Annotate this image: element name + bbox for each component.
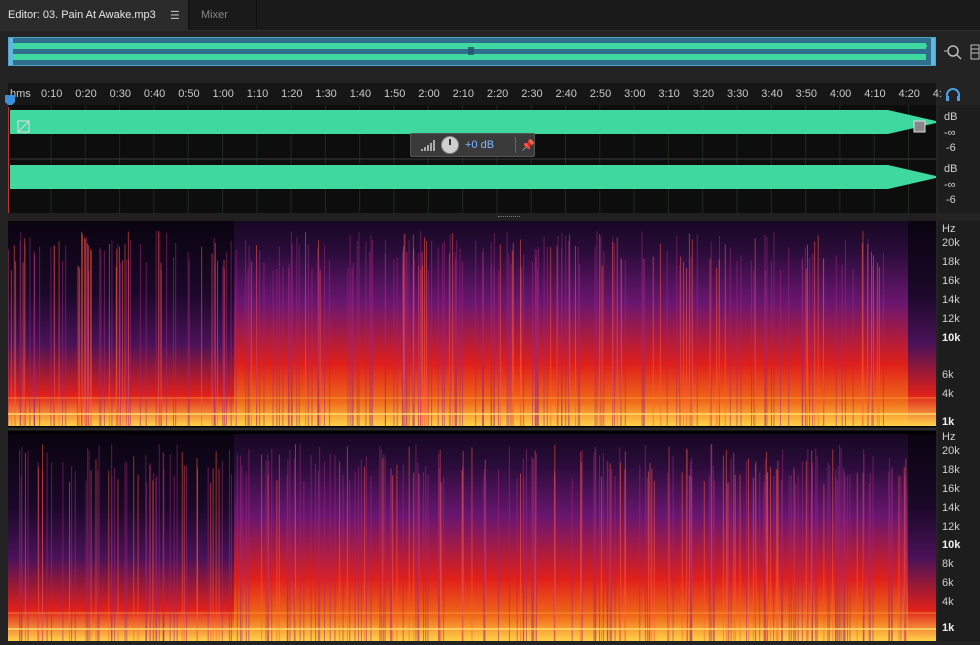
ruler-tick-label: 2:00 xyxy=(418,88,440,100)
splitter-grip xyxy=(498,216,520,219)
frequency-scale: Hz 20k 18k 16k 14k 12k 10k 6k 4k 1k Hz 2… xyxy=(938,221,980,641)
hz-label: 6k xyxy=(942,369,954,381)
ruler-tick-label: 0:30 xyxy=(109,88,132,100)
db-label: -∞ xyxy=(944,179,956,191)
ruler-tick-label: 3:40 xyxy=(761,88,783,100)
channel-waveform xyxy=(10,165,936,189)
hz-label: 1k xyxy=(942,622,955,634)
zoom-to-selection-icon[interactable] xyxy=(944,42,964,62)
hz-label: 18k xyxy=(942,256,960,268)
ruler-tick-label: 1:40 xyxy=(349,88,372,100)
waveform-display[interactable] xyxy=(8,105,936,213)
hz-label: 10k xyxy=(942,539,961,551)
hz-label: 16k xyxy=(942,275,960,287)
ruler-tick-label: 3:50 xyxy=(795,88,818,100)
db-label: -∞ xyxy=(944,127,956,139)
overview-navigator[interactable] xyxy=(8,37,936,66)
hz-label: 14k xyxy=(942,294,960,306)
hz-label: 10k xyxy=(942,332,961,344)
hud-divider xyxy=(515,137,516,153)
ruler-tick-label: 1:20 xyxy=(281,88,303,100)
tab-editor[interactable]: Editor: 03. Pain At Awake.mp3 ☰ xyxy=(0,0,189,30)
hz-label: 4k xyxy=(942,388,954,400)
waveform-canvas xyxy=(8,105,936,213)
hz-label: 14k xyxy=(942,502,960,514)
level-bars-icon xyxy=(421,140,435,151)
ruler-tick-label: 0:40 xyxy=(143,88,166,100)
db-label: -6 xyxy=(946,142,956,154)
hz-label: 18k xyxy=(942,464,960,476)
spectrogram-outro xyxy=(908,221,936,426)
gain-hud[interactable]: +0 dB 📌 xyxy=(410,133,535,157)
ruler-tick-label: 0:50 xyxy=(178,88,200,100)
ruler-tick-label: 4:20 xyxy=(898,88,920,100)
hz-label: 20k xyxy=(942,237,960,249)
hz-label: 12k xyxy=(942,521,960,533)
amplitude-scale: dB -∞ -6 dB -∞ -6 xyxy=(938,105,980,213)
fade-out-handle xyxy=(913,120,926,133)
hz-unit-label: Hz xyxy=(942,223,956,235)
gain-knob[interactable] xyxy=(441,136,459,154)
ruler-tick-label: 4:00 xyxy=(829,88,852,100)
ruler-tick-label: 3:30 xyxy=(727,88,749,100)
ruler-tick-label: 3:20 xyxy=(692,88,715,100)
hz-label: 16k xyxy=(942,483,960,495)
hz-label: 4k xyxy=(942,596,954,608)
ruler-tick-label: 1:30 xyxy=(315,88,337,100)
hz-label: 1k xyxy=(942,416,955,428)
spectral-frequency-display[interactable] xyxy=(8,221,936,641)
ruler-tick-label: 3:10 xyxy=(658,88,680,100)
hz-label: 8k xyxy=(942,558,954,570)
ruler-tick-label: 0:20 xyxy=(75,88,97,100)
ruler-tick-label: 4: xyxy=(932,88,942,100)
tab-mixer-label: Mixer xyxy=(201,9,228,21)
pin-icon[interactable]: 📌 xyxy=(521,139,535,152)
channel-waveform xyxy=(10,110,936,134)
ruler-tick-label: 1:10 xyxy=(246,88,269,100)
gain-value[interactable]: +0 dB xyxy=(465,139,494,151)
view-splitter[interactable] xyxy=(8,213,936,221)
overview-scroll-grip xyxy=(468,47,474,55)
spectrogram-body xyxy=(234,221,908,426)
ruler-tick-label: 1:00 xyxy=(212,88,234,100)
ruler-tick-label: 3:00 xyxy=(624,88,646,100)
tab-bar: Editor: 03. Pain At Awake.mp3 ☰ Mixer xyxy=(0,0,980,31)
tab-editor-label: Editor: 03. Pain At Awake.mp3 xyxy=(8,9,156,21)
hz-label: 12k xyxy=(942,313,960,325)
db-label: -6 xyxy=(946,194,956,206)
ruler-tick-label: 2:50 xyxy=(589,88,612,100)
ruler-tick-label: 4:10 xyxy=(864,88,886,100)
hz-unit-label: Hz xyxy=(942,431,956,443)
ruler-tick-label: 2:30 xyxy=(521,88,543,100)
tab-mixer[interactable]: Mixer xyxy=(190,0,257,30)
db-unit-label: dB xyxy=(944,111,958,123)
spectrogram-canvas xyxy=(8,221,936,641)
ruler-tick-label: 2:10 xyxy=(452,88,475,100)
hz-label: 20k xyxy=(942,445,960,457)
time-ruler[interactable]: hms 0:10 0:20 0:30 0:40 0:50 1:00 1:10 1:20 1:30… xyxy=(8,83,942,105)
panel-menu-icon[interactable]: ☰ xyxy=(170,9,180,22)
panel-options-icon[interactable] xyxy=(970,44,980,60)
overview-waveform xyxy=(9,38,935,65)
headphones-icon[interactable] xyxy=(945,88,961,102)
ruler-tick-label: 2:20 xyxy=(486,88,509,100)
db-unit-label: dB xyxy=(944,163,958,175)
spectrogram-outro xyxy=(908,434,936,641)
hz-label: 6k xyxy=(942,577,954,589)
ruler-tick-label: 0:10 xyxy=(41,88,63,100)
ruler-tick-label: 2:40 xyxy=(555,88,577,100)
ruler-tick-label: 1:50 xyxy=(384,88,406,100)
